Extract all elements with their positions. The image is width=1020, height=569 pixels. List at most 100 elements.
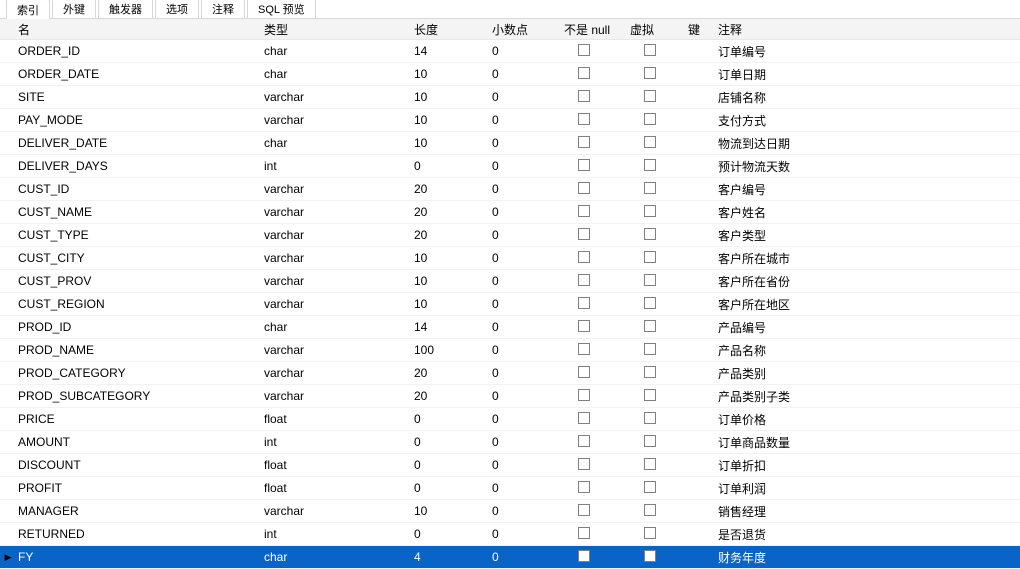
cell-decimals[interactable]: 0: [490, 90, 562, 104]
table-row[interactable]: DELIVER_DATEchar100物流到达日期: [0, 132, 1020, 155]
cell-type[interactable]: varchar: [262, 297, 412, 311]
cell-length[interactable]: 20: [412, 182, 490, 196]
cell-comment[interactable]: 客户所在省份: [716, 273, 1016, 290]
cell-decimals[interactable]: 0: [490, 320, 562, 334]
checkbox-icon[interactable]: [644, 90, 656, 102]
tab-0[interactable]: 索引: [6, 0, 50, 19]
cell-length[interactable]: 10: [412, 113, 490, 127]
table-row[interactable]: CUST_REGIONvarchar100客户所在地区: [0, 293, 1020, 316]
cell-comment[interactable]: 订单利润: [716, 480, 1016, 497]
header-comment[interactable]: 注释: [716, 21, 1016, 38]
cell-comment[interactable]: 客户姓名: [716, 204, 1016, 221]
table-row[interactable]: DELIVER_DAYSint00预计物流天数: [0, 155, 1020, 178]
cell-name[interactable]: SITE: [14, 90, 262, 104]
cell-comment[interactable]: 预计物流天数: [716, 158, 1016, 175]
cell-length[interactable]: 100: [412, 343, 490, 357]
table-row[interactable]: RETURNEDint00是否退货: [0, 523, 1020, 546]
header-decimals[interactable]: 小数点: [490, 21, 562, 38]
cell-virtual[interactable]: [628, 320, 686, 335]
table-row[interactable]: MANAGERvarchar100销售经理: [0, 500, 1020, 523]
cell-virtual[interactable]: [628, 366, 686, 381]
checkbox-icon[interactable]: [578, 412, 590, 424]
cell-type[interactable]: varchar: [262, 389, 412, 403]
checkbox-icon[interactable]: [578, 550, 590, 562]
cell-name[interactable]: PAY_MODE: [14, 113, 262, 127]
tab-4[interactable]: 注释: [201, 0, 245, 18]
checkbox-icon[interactable]: [578, 228, 590, 240]
table-row[interactable]: ▶FYchar40财务年度: [0, 546, 1020, 569]
cell-name[interactable]: PROD_SUBCATEGORY: [14, 389, 262, 403]
table-row[interactable]: AMOUNTint00订单商品数量: [0, 431, 1020, 454]
table-row[interactable]: CUST_PROVvarchar100客户所在省份: [0, 270, 1020, 293]
cell-not-null[interactable]: [562, 182, 628, 197]
cell-virtual[interactable]: [628, 274, 686, 289]
checkbox-icon[interactable]: [578, 435, 590, 447]
cell-decimals[interactable]: 0: [490, 228, 562, 242]
checkbox-icon[interactable]: [644, 320, 656, 332]
header-virtual[interactable]: 虚拟: [628, 21, 686, 38]
cell-comment[interactable]: 销售经理: [716, 503, 1016, 520]
cell-length[interactable]: 0: [412, 159, 490, 173]
cell-length[interactable]: 20: [412, 205, 490, 219]
table-row[interactable]: CUST_NAMEvarchar200客户姓名: [0, 201, 1020, 224]
cell-name[interactable]: DELIVER_DATE: [14, 136, 262, 150]
cell-comment[interactable]: 客户编号: [716, 181, 1016, 198]
header-not-null[interactable]: 不是 null: [562, 21, 628, 38]
table-row[interactable]: CUST_TYPEvarchar200客户类型: [0, 224, 1020, 247]
tab-1[interactable]: 外键: [52, 0, 96, 18]
cell-type[interactable]: varchar: [262, 182, 412, 196]
cell-type[interactable]: varchar: [262, 205, 412, 219]
table-row[interactable]: PROD_CATEGORYvarchar200产品类别: [0, 362, 1020, 385]
cell-name[interactable]: CUST_NAME: [14, 205, 262, 219]
cell-length[interactable]: 0: [412, 458, 490, 472]
cell-type[interactable]: char: [262, 320, 412, 334]
cell-decimals[interactable]: 0: [490, 550, 562, 564]
cell-name[interactable]: CUST_TYPE: [14, 228, 262, 242]
cell-length[interactable]: 10: [412, 297, 490, 311]
checkbox-icon[interactable]: [644, 205, 656, 217]
cell-decimals[interactable]: 0: [490, 67, 562, 81]
cell-decimals[interactable]: 0: [490, 159, 562, 173]
cell-comment[interactable]: 订单商品数量: [716, 434, 1016, 451]
cell-not-null[interactable]: [562, 44, 628, 59]
checkbox-icon[interactable]: [644, 550, 656, 562]
cell-not-null[interactable]: [562, 136, 628, 151]
cell-comment[interactable]: 产品类别: [716, 365, 1016, 382]
cell-name[interactable]: DELIVER_DAYS: [14, 159, 262, 173]
checkbox-icon[interactable]: [578, 458, 590, 470]
cell-length[interactable]: 10: [412, 136, 490, 150]
table-row[interactable]: PROD_NAMEvarchar1000产品名称: [0, 339, 1020, 362]
cell-virtual[interactable]: [628, 458, 686, 473]
cell-decimals[interactable]: 0: [490, 458, 562, 472]
table-row[interactable]: PROD_SUBCATEGORYvarchar200产品类别子类: [0, 385, 1020, 408]
cell-decimals[interactable]: 0: [490, 274, 562, 288]
cell-type[interactable]: float: [262, 412, 412, 426]
cell-virtual[interactable]: [628, 435, 686, 450]
cell-length[interactable]: 20: [412, 389, 490, 403]
cell-not-null[interactable]: [562, 550, 628, 565]
cell-virtual[interactable]: [628, 550, 686, 565]
checkbox-icon[interactable]: [578, 504, 590, 516]
checkbox-icon[interactable]: [578, 136, 590, 148]
cell-type[interactable]: varchar: [262, 366, 412, 380]
cell-virtual[interactable]: [628, 481, 686, 496]
cell-not-null[interactable]: [562, 389, 628, 404]
cell-length[interactable]: 20: [412, 366, 490, 380]
cell-virtual[interactable]: [628, 297, 686, 312]
checkbox-icon[interactable]: [578, 159, 590, 171]
tab-3[interactable]: 选项: [155, 0, 199, 18]
cell-comment[interactable]: 支付方式: [716, 112, 1016, 129]
header-key[interactable]: 键: [686, 21, 716, 38]
cell-virtual[interactable]: [628, 343, 686, 358]
cell-not-null[interactable]: [562, 205, 628, 220]
cell-name[interactable]: PROD_CATEGORY: [14, 366, 262, 380]
cell-name[interactable]: ORDER_ID: [14, 44, 262, 58]
table-row[interactable]: ORDER_DATEchar100订单日期: [0, 63, 1020, 86]
checkbox-icon[interactable]: [578, 481, 590, 493]
checkbox-icon[interactable]: [644, 481, 656, 493]
cell-type[interactable]: float: [262, 458, 412, 472]
cell-virtual[interactable]: [628, 67, 686, 82]
cell-comment[interactable]: 订单日期: [716, 66, 1016, 83]
header-type[interactable]: 类型: [262, 21, 412, 38]
cell-virtual[interactable]: [628, 113, 686, 128]
